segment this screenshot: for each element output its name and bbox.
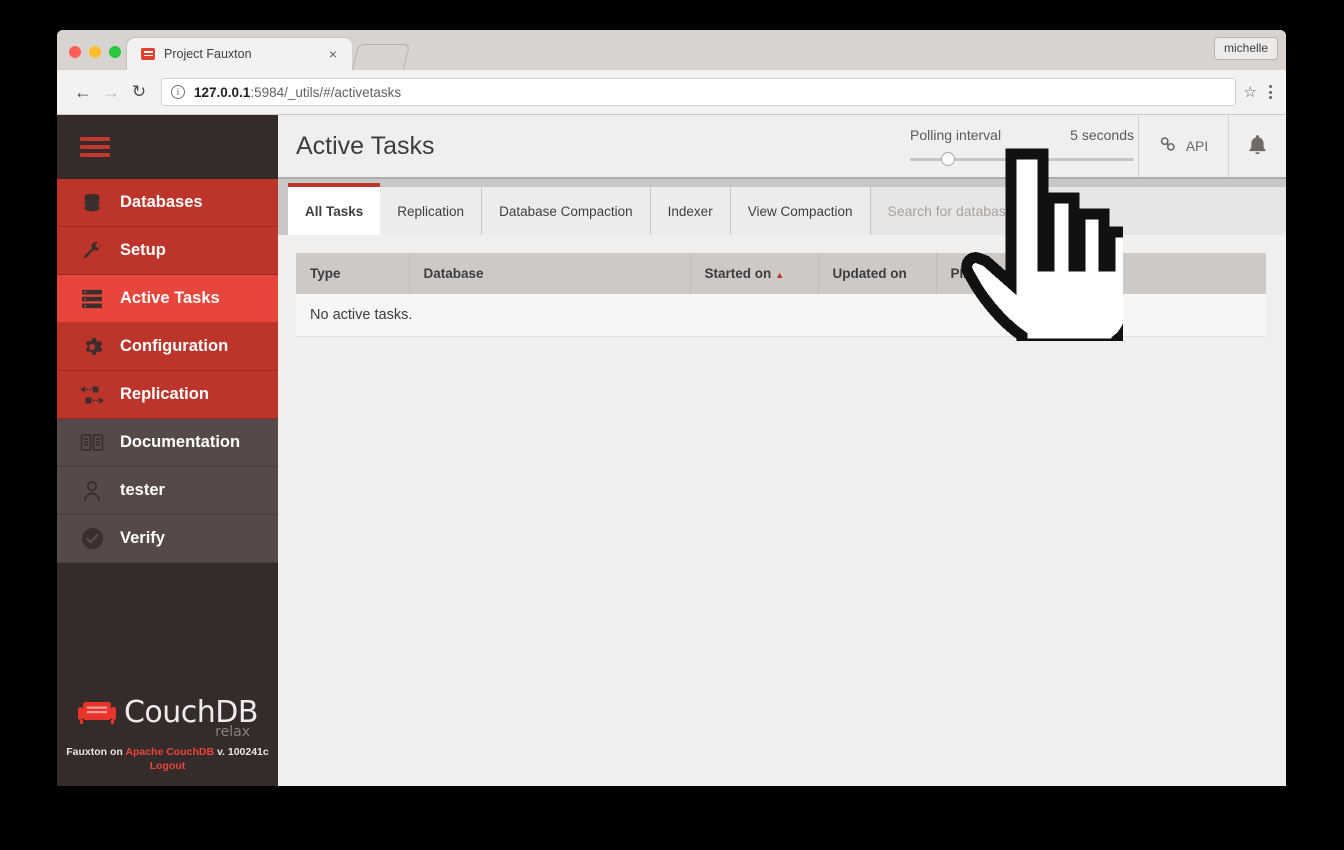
fauxton-tabs: All Tasks Replication Database Compactio…	[278, 179, 1286, 235]
reload-button[interactable]: ↻	[125, 78, 153, 106]
sidebar-item-label: Setup	[120, 241, 166, 259]
sidebar: Databases Setup Active Tasks Configurati…	[57, 115, 278, 786]
browser-tab[interactable]: Project Fauxton ×	[127, 38, 352, 70]
sidebar-item-label: Active Tasks	[120, 289, 220, 307]
column-header-actions	[1016, 253, 1266, 294]
sidebar-item-replication[interactable]: Replication	[57, 371, 278, 419]
credit-prefix: Fauxton on	[66, 746, 126, 758]
maximize-window-button[interactable]	[109, 46, 121, 58]
sidebar-item-configuration[interactable]: Configuration	[57, 323, 278, 371]
url-path: :5984/_utils/#/activetasks	[250, 84, 402, 100]
close-icon[interactable]: ×	[324, 47, 342, 61]
slider-thumb[interactable]	[941, 151, 956, 166]
sidebar-item-active-tasks[interactable]: Active Tasks	[57, 275, 278, 323]
book-icon	[79, 433, 105, 453]
main-content: Active Tasks Polling interval 5 seconds	[278, 114, 1286, 786]
tab-replication[interactable]: Replication	[380, 187, 483, 235]
site-info-icon[interactable]: i	[171, 85, 185, 99]
credit-version: v. 100241c	[214, 746, 269, 758]
search-input[interactable]: Search for databases	[870, 187, 1286, 235]
gear-icon	[79, 336, 105, 358]
browser-window: Project Fauxton × michelle ← → ↻ i 127.0…	[57, 30, 1286, 786]
table-row: No active tasks.	[296, 294, 1266, 337]
sort-ascending-icon: ▲	[775, 270, 785, 280]
tab-label: All Tasks	[305, 203, 364, 219]
browser-menu-icon[interactable]	[1267, 83, 1274, 101]
empty-state-message: No active tasks.	[296, 294, 1266, 337]
sidebar-item-label: Replication	[120, 385, 209, 403]
minimize-window-button[interactable]	[89, 46, 101, 58]
bookmark-star-icon[interactable]: ☆	[1244, 83, 1257, 101]
profile-button[interactable]: michelle	[1213, 37, 1278, 60]
page-title: Active Tasks	[296, 131, 435, 160]
polling-interval-label: Polling interval	[910, 126, 1002, 143]
tab-label: Replication	[397, 203, 465, 219]
tab-label: View Compaction	[747, 203, 853, 219]
window-controls[interactable]	[57, 46, 131, 70]
user-icon	[79, 480, 105, 502]
tab-database-compaction[interactable]: Database Compaction	[482, 187, 651, 235]
chain-link-icon	[1159, 136, 1178, 156]
browser-tab-strip: Project Fauxton × michelle	[57, 30, 1286, 70]
close-window-button[interactable]	[69, 46, 81, 58]
version-credit: Fauxton on Apache CouchDB v. 100241c	[57, 746, 278, 758]
couch-icon	[77, 698, 117, 728]
tab-label: Database Compaction	[499, 203, 633, 219]
browser-tab-title: Project Fauxton	[164, 47, 252, 61]
column-header-updated-on[interactable]: Updated on	[818, 253, 937, 294]
bell-icon	[1247, 134, 1268, 159]
sidebar-footer: CouchDB relax Fauxton on Apache CouchDB …	[57, 698, 278, 786]
page-viewport: Databases Setup Active Tasks Configurati…	[57, 114, 1286, 786]
sidebar-spacer	[57, 563, 278, 698]
api-button[interactable]: API	[1138, 114, 1228, 178]
apache-couchdb-link[interactable]: Apache CouchDB	[125, 746, 214, 758]
sidebar-item-label: Verify	[120, 529, 165, 547]
address-bar[interactable]: i 127.0.0.1 :5984/_utils/#/activetasks	[161, 78, 1236, 106]
page-header: Active Tasks Polling interval 5 seconds	[278, 114, 1286, 179]
column-header-database[interactable]: Database	[409, 253, 691, 294]
tasks-icon	[79, 289, 105, 309]
logout-link[interactable]: Logout	[57, 760, 278, 772]
sidebar-item-tester[interactable]: tester	[57, 467, 278, 515]
wrench-icon	[79, 240, 105, 262]
sidebar-header	[57, 115, 278, 179]
active-tasks-table: Type Database Started on ▲ Updated on PID…	[296, 253, 1266, 337]
column-header-pid[interactable]: PID	[936, 253, 1017, 294]
sidebar-item-documentation[interactable]: Documentation	[57, 419, 278, 467]
sidebar-item-verify[interactable]: Verify	[57, 515, 278, 563]
polling-interval-slider[interactable]	[910, 151, 1134, 166]
couchdb-favicon-icon	[141, 48, 155, 60]
sidebar-item-setup[interactable]: Setup	[57, 227, 278, 275]
tab-indexer[interactable]: Indexer	[650, 187, 731, 235]
polling-interval-value: 5 seconds	[1070, 126, 1134, 143]
database-icon	[79, 192, 105, 214]
new-tab-button[interactable]	[351, 44, 411, 70]
sidebar-item-label: Configuration	[120, 337, 229, 355]
sidebar-item-label: tester	[120, 481, 165, 499]
forward-button[interactable]: →	[97, 78, 125, 106]
browser-toolbar: ← → ↻ i 127.0.0.1 :5984/_utils/#/activet…	[57, 70, 1286, 115]
tab-all-tasks[interactable]: All Tasks	[288, 183, 381, 235]
api-label: API	[1185, 138, 1209, 154]
tab-label: Indexer	[667, 203, 713, 219]
url-host: 127.0.0.1	[194, 84, 251, 100]
replication-icon	[79, 385, 105, 405]
column-header-type[interactable]: Type	[296, 253, 410, 294]
notifications-button[interactable]	[1228, 114, 1286, 178]
tab-view-compaction[interactable]: View Compaction	[730, 187, 871, 235]
tasks-table-area: Type Database Started on ▲ Updated on PID…	[278, 235, 1286, 786]
table-header-row: Type Database Started on ▲ Updated on PID	[296, 253, 1266, 294]
column-header-started-on[interactable]: Started on ▲	[690, 253, 819, 294]
search-placeholder: Search for databases	[887, 203, 1021, 219]
sidebar-item-label: Documentation	[120, 433, 241, 451]
hamburger-icon[interactable]	[80, 137, 110, 157]
polling-interval-control: Polling interval 5 seconds	[910, 127, 1138, 166]
sidebar-item-databases[interactable]: Databases	[57, 179, 278, 227]
check-circle-icon	[79, 527, 105, 550]
sidebar-item-label: Databases	[120, 193, 203, 211]
back-button[interactable]: ←	[69, 78, 97, 106]
